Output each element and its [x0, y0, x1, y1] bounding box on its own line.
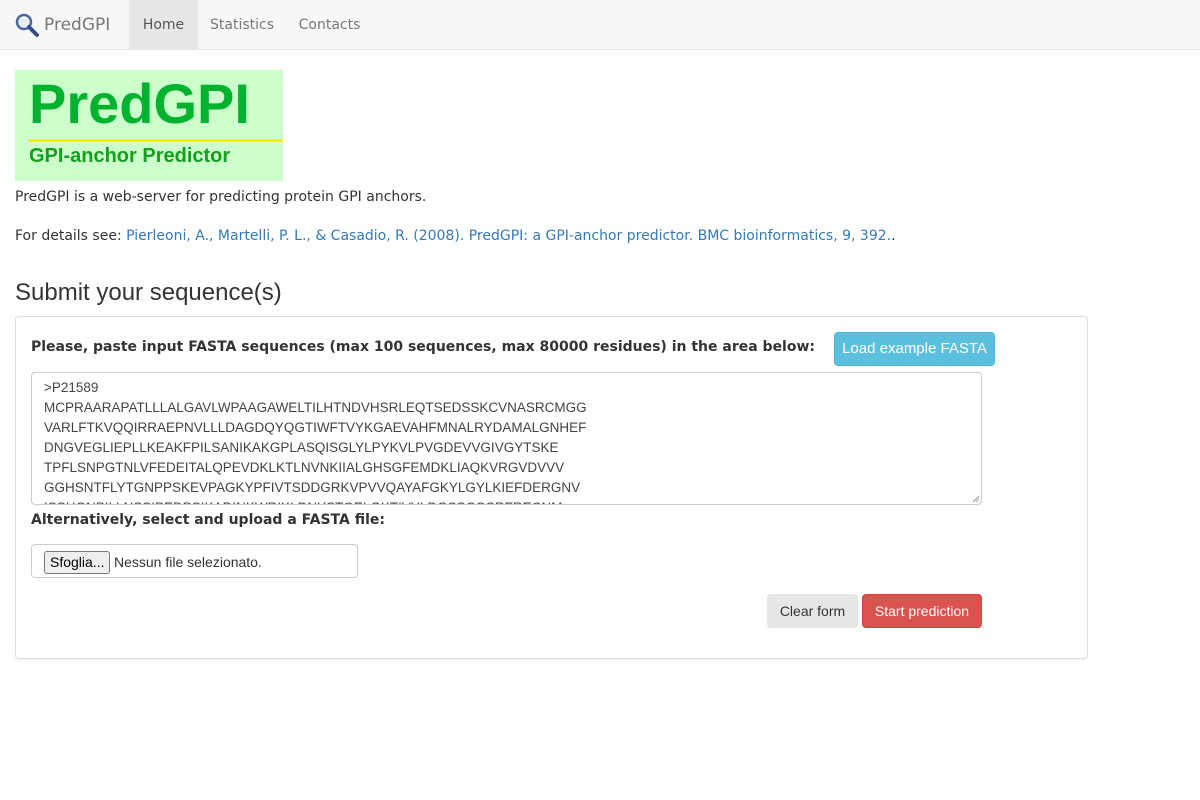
- navbar: PredGPI Home Statistics Contacts: [0, 0, 1200, 50]
- submit-heading: Submit your sequence(s): [15, 279, 282, 306]
- details-suffix: .: [891, 228, 896, 244]
- fasta-textarea[interactable]: [31, 372, 982, 505]
- paste-label: Please, paste input FASTA sequences (max…: [31, 339, 816, 355]
- nav-statistics[interactable]: Statistics: [198, 0, 286, 49]
- magnifier-icon: [14, 12, 40, 38]
- nav-contacts[interactable]: Contacts: [286, 0, 373, 49]
- intro-text: PredGPI is a web-server for predicting p…: [15, 189, 427, 205]
- upload-label: Alternatively, select and upload a FASTA…: [31, 512, 385, 528]
- details-text: For details see: Pierleoni, A., Martelli…: [15, 226, 896, 246]
- submit-panel: Please, paste input FASTA sequences (max…: [15, 316, 1088, 659]
- file-status: Nessun file selezionato.: [114, 554, 262, 570]
- logo-subtitle: GPI-anchor Predictor: [29, 145, 231, 167]
- navbar-brand[interactable]: PredGPI: [14, 0, 110, 50]
- file-input[interactable]: Sfoglia... Nessun file selezionato.: [31, 544, 358, 578]
- clear-form-button[interactable]: Clear form: [767, 594, 858, 628]
- resize-grip-icon[interactable]: [972, 495, 980, 503]
- logo-underline: [28, 139, 283, 142]
- browse-button[interactable]: Sfoglia...: [44, 551, 111, 574]
- details-prefix: For details see:: [15, 228, 127, 244]
- brand-label: PredGPI: [44, 15, 111, 35]
- start-prediction-button[interactable]: Start prediction: [862, 594, 982, 628]
- citation-link[interactable]: Pierleoni, A., Martelli, P. L., & Casadi…: [126, 228, 891, 244]
- predgpi-logo: PredGPI GPI-anchor Predictor: [15, 70, 283, 181]
- nav-home[interactable]: Home: [129, 0, 198, 49]
- logo-title: PredGPI: [29, 72, 250, 135]
- load-example-button[interactable]: Load example FASTA: [834, 332, 995, 366]
